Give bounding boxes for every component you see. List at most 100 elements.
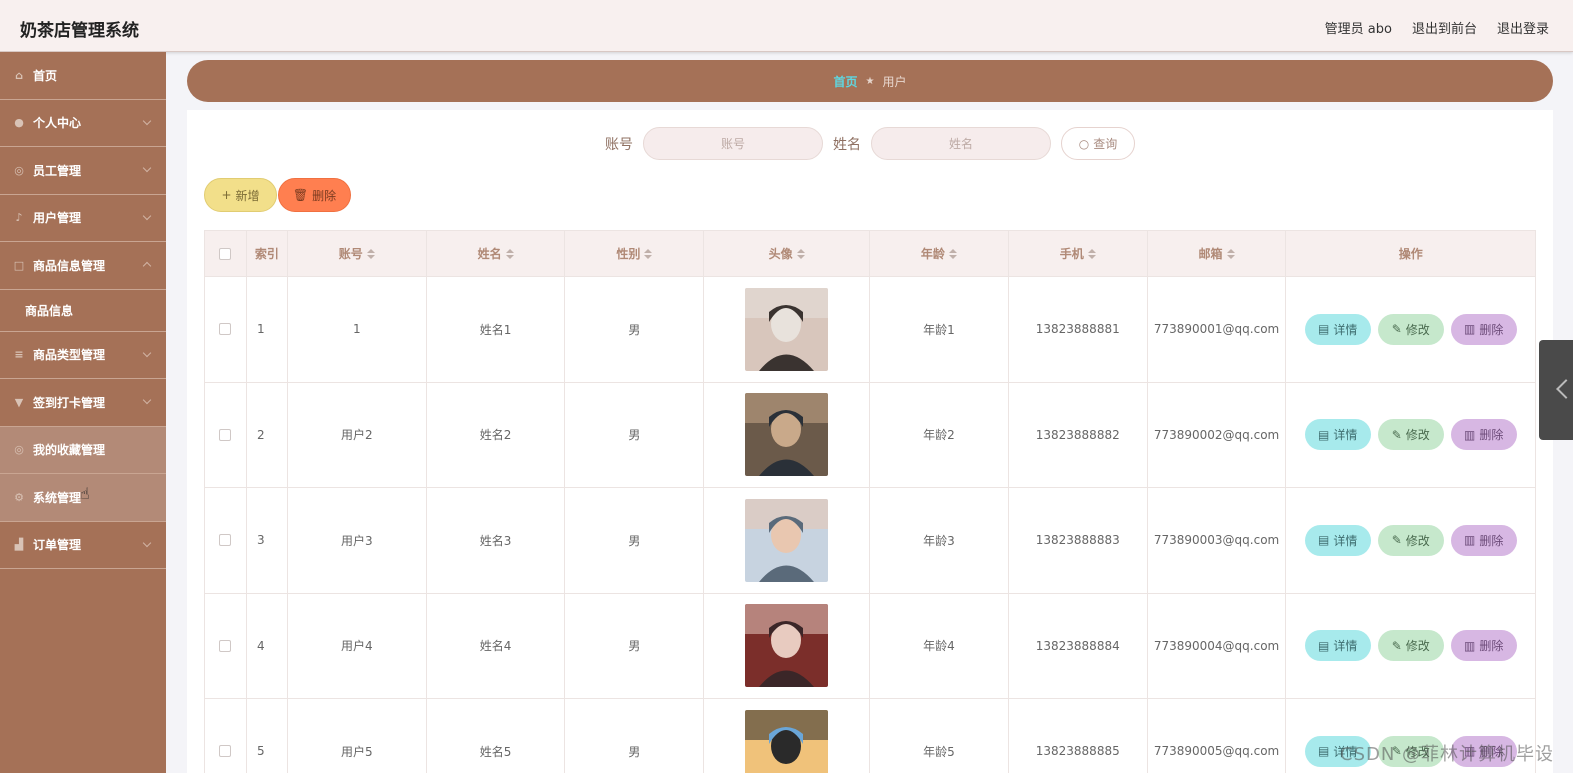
- breadcrumb-home[interactable]: 首页: [834, 73, 858, 90]
- sort-icon[interactable]: [1226, 248, 1235, 259]
- top-header: 奶茶店管理系统 管理员 abo 退出到前台 退出登录: [0, 0, 1573, 52]
- cell-avatar: [704, 382, 871, 487]
- edit-button[interactable]: ✎ 修改: [1377, 524, 1444, 556]
- column-header-actions: 操作: [1286, 231, 1535, 276]
- sort-icon[interactable]: [948, 248, 957, 259]
- cell-phone: 13823888881: [1009, 277, 1148, 382]
- cell-account: 用户2: [288, 382, 427, 487]
- column-header-avatar[interactable]: 头像: [704, 231, 871, 276]
- exit-to-front-link[interactable]: 退出到前台: [1412, 18, 1477, 37]
- cell-account: 用户4: [288, 593, 427, 698]
- cell-phone: 13823888885: [1009, 699, 1148, 773]
- sidebar-item-label: 商品类型管理: [33, 348, 106, 363]
- sidebar-item-orders[interactable]: ▟ 订单管理: [0, 522, 166, 569]
- query-button[interactable]: ○ 查询: [1061, 127, 1135, 160]
- column-header-label: 手机: [1059, 247, 1084, 261]
- row-checkbox[interactable]: [219, 323, 232, 336]
- edit-button[interactable]: ✎ 修改: [1377, 419, 1444, 451]
- sidebar-item-employee[interactable]: ◎ 员工管理: [0, 147, 166, 195]
- avatar[interactable]: [745, 498, 829, 582]
- sidebar-item-product-info[interactable]: □ 商品信息管理: [0, 242, 166, 290]
- column-header-label: 操作: [1398, 247, 1423, 261]
- row-delete-button[interactable]: ▥ 删除: [1450, 313, 1517, 345]
- logout-link[interactable]: 退出登录: [1497, 18, 1549, 37]
- chart-icon: ▟: [14, 538, 24, 552]
- sidebar-item-favorites[interactable]: ◎ 我的收藏管理: [0, 426, 166, 474]
- sidebar-item-checkin[interactable]: ▼ 签到打卡管理: [0, 379, 166, 427]
- edit-button[interactable]: ✎ 修改: [1377, 630, 1444, 662]
- batch-delete-button[interactable]: 🗑 删除: [278, 178, 351, 212]
- column-header-age[interactable]: 年龄: [870, 231, 1009, 276]
- home-icon: ⌂: [15, 68, 23, 82]
- sidebar-item-label: 签到打卡管理: [33, 395, 106, 410]
- admin-user-label[interactable]: 管理员 abo: [1325, 18, 1392, 37]
- list-icon: ≡: [14, 348, 24, 362]
- sort-icon[interactable]: [796, 248, 805, 259]
- watermark: CSDN @菲林计算机毕设: [1340, 744, 1555, 765]
- sort-icon[interactable]: [505, 248, 514, 259]
- sidebar-subitem-product[interactable]: 商品信息: [0, 290, 166, 332]
- avatar[interactable]: [745, 604, 829, 688]
- add-button[interactable]: + 新增: [204, 178, 277, 212]
- sidebar-item-home[interactable]: ⌂ 首页: [0, 52, 166, 100]
- column-header-email[interactable]: 邮箱: [1148, 231, 1287, 276]
- cell-gender: 男: [565, 593, 705, 698]
- sort-icon[interactable]: [644, 248, 653, 259]
- table-row: 4 用户4 姓名4 男 年龄4 13823888884 773890004@qq…: [205, 593, 1535, 699]
- detail-button[interactable]: ▤ 详情: [1304, 630, 1371, 662]
- cell-avatar: [704, 699, 871, 773]
- detail-button[interactable]: ▤ 详情: [1304, 524, 1371, 556]
- row-checkbox[interactable]: [219, 745, 232, 758]
- cell-name: 姓名5: [427, 699, 566, 773]
- sort-icon[interactable]: [1087, 248, 1096, 259]
- row-delete-button[interactable]: ▥ 删除: [1450, 524, 1517, 556]
- breadcrumb-current: 用户: [882, 74, 907, 89]
- avatar[interactable]: [745, 393, 829, 477]
- breadcrumb: 首页 ★ 用户: [187, 60, 1553, 102]
- cell-age: 年龄4: [870, 593, 1009, 698]
- account-search-input[interactable]: [643, 127, 823, 160]
- detail-button-label: 详情: [1333, 533, 1358, 548]
- name-search-input[interactable]: [871, 127, 1051, 160]
- column-header-account[interactable]: 账号: [288, 231, 427, 276]
- avatar[interactable]: [745, 287, 829, 371]
- edit-button[interactable]: ✎ 修改: [1377, 313, 1444, 345]
- sidebar-item-personal-center[interactable]: ● 个人中心: [0, 100, 166, 147]
- column-header-label: 邮箱: [1198, 247, 1223, 261]
- row-select-cell: [205, 277, 247, 382]
- trash-icon: 🗑: [292, 188, 309, 202]
- table-header: 索引 账号 姓名 性别 头像 年龄 手机 邮箱 操作: [205, 231, 1535, 277]
- column-header-label: 年龄: [920, 247, 945, 261]
- row-select-cell: [205, 382, 247, 487]
- sidebar-item-user[interactable]: ♪ 用户管理: [0, 195, 166, 242]
- breadcrumb-separator-icon: ★: [865, 75, 875, 87]
- column-header-label: 性别: [616, 247, 641, 261]
- cell-actions: ▤ 详情 ✎ 修改 ▥ 删除: [1286, 277, 1535, 382]
- cell-account: 用户5: [288, 699, 427, 773]
- column-header-phone[interactable]: 手机: [1009, 231, 1148, 276]
- sort-icon[interactable]: [366, 248, 375, 259]
- globe-icon: ◎: [14, 443, 24, 457]
- row-delete-button[interactable]: ▥ 删除: [1450, 419, 1517, 451]
- cell-email: 773890004@qq.com: [1148, 593, 1287, 698]
- sidebar-item-product-type[interactable]: ≡ 商品类型管理: [0, 332, 166, 379]
- chevron-down-icon: [142, 163, 152, 173]
- trash-icon: ▥: [1464, 427, 1476, 442]
- collapse-panel-tab[interactable]: [1539, 340, 1573, 440]
- column-header-name[interactable]: 姓名: [427, 231, 566, 276]
- row-checkbox[interactable]: [219, 639, 232, 652]
- row-checkbox[interactable]: [219, 534, 232, 547]
- cell-gender: 男: [565, 488, 705, 593]
- detail-button[interactable]: ▤ 详情: [1304, 419, 1371, 451]
- document-icon: ▤: [1318, 427, 1330, 442]
- row-delete-button[interactable]: ▥ 删除: [1450, 630, 1517, 662]
- avatar[interactable]: [745, 709, 829, 773]
- row-select-cell: [205, 699, 247, 773]
- row-checkbox[interactable]: [219, 428, 232, 441]
- cell-avatar: [704, 277, 871, 382]
- select-all-checkbox[interactable]: [219, 247, 232, 260]
- detail-button[interactable]: ▤ 详情: [1304, 313, 1371, 345]
- cell-index: 5: [247, 699, 288, 773]
- column-header-gender[interactable]: 性别: [565, 231, 705, 276]
- app-title: 奶茶店管理系统: [20, 21, 139, 41]
